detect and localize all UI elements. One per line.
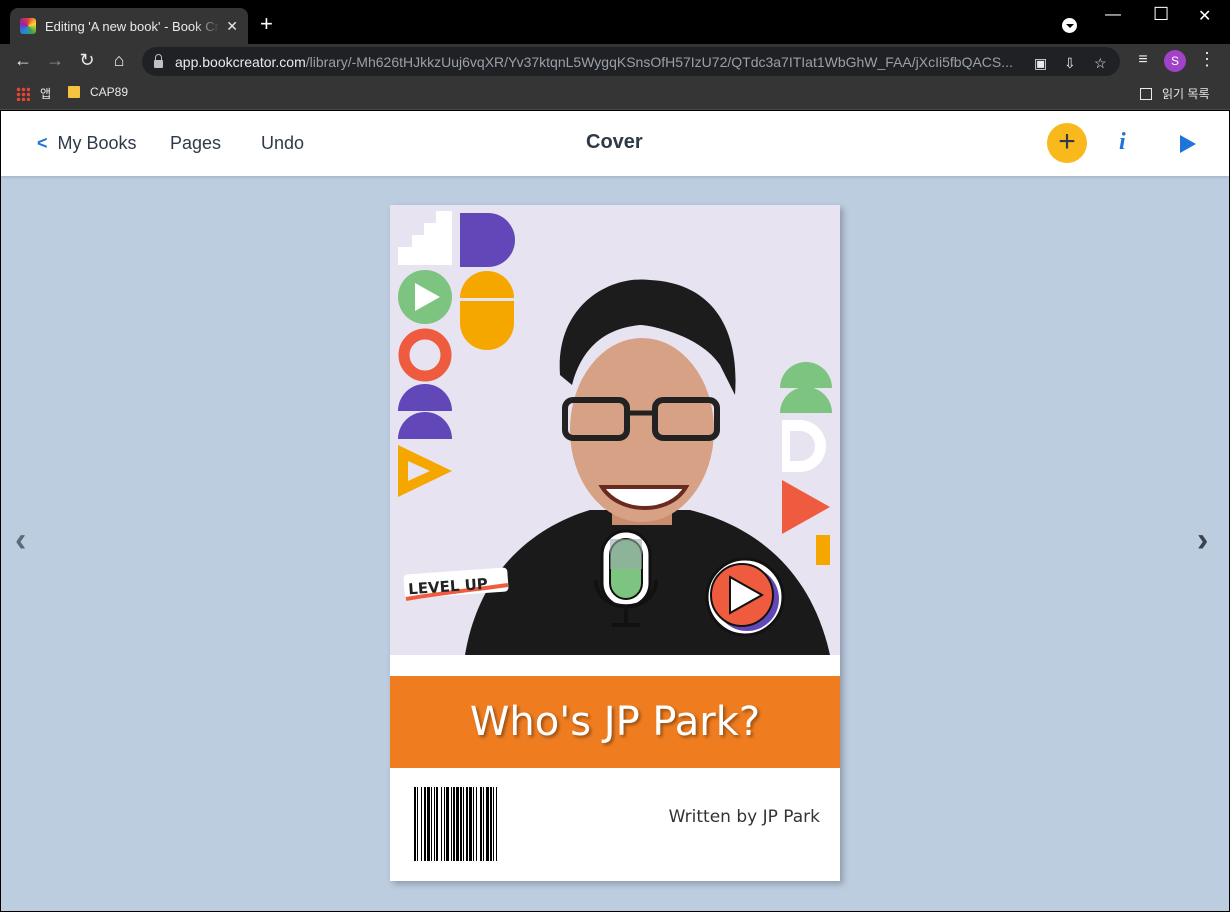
- pages-label: Pages: [170, 133, 222, 153]
- minimize-icon[interactable]: —: [1105, 6, 1121, 24]
- undo-button[interactable]: Undo: [261, 133, 304, 154]
- yellow-semicircle-shape: [460, 301, 514, 350]
- my-books-button[interactable]: < My Books: [37, 133, 137, 154]
- new-tab-icon[interactable]: +: [260, 13, 273, 35]
- undo-label: Undo: [261, 133, 305, 153]
- media-control-icon[interactable]: ≡: [1132, 51, 1154, 69]
- url-text: app.bookcreator.com/library/-Mh626tHJkkz…: [175, 53, 1013, 70]
- play-icon[interactable]: [1180, 135, 1196, 153]
- reading-list-icon: [1140, 87, 1152, 100]
- reading-list-label: 읽기 목록: [1162, 87, 1210, 101]
- browser-tab[interactable]: Editing 'A new book' - Book Creator ✕: [10, 8, 248, 44]
- my-books-label: My Books: [57, 133, 137, 153]
- reading-list[interactable]: 읽기 목록: [1140, 85, 1210, 102]
- green-semicircle-shape: [780, 362, 832, 388]
- editor-canvas: < My Books Pages Undo Cover + i ‹ › LEVE…: [1, 111, 1229, 911]
- bookmark-label: CAP89: [90, 85, 129, 99]
- url-field[interactable]: app.bookcreator.com/library/-Mh626tHJkkz…: [142, 47, 1120, 76]
- barcode-image[interactable]: [414, 787, 556, 861]
- yellow-semicircle-shape: [460, 271, 514, 298]
- apps-grid-icon: [16, 86, 30, 101]
- yellow-bar-shape: [816, 535, 830, 565]
- browser-tab-strip: Editing 'A new book' - Book Creator ✕ + …: [0, 0, 1230, 44]
- purple-semicircle-shape: [398, 412, 452, 439]
- cover-illustration: LEVEL UP: [398, 211, 832, 655]
- chevron-left-icon: <: [37, 133, 48, 153]
- profile-avatar[interactable]: S: [1164, 50, 1186, 72]
- install-app-icon[interactable]: ⇩: [1064, 55, 1076, 72]
- popup-blocked-icon[interactable]: ▣: [1034, 55, 1047, 72]
- book-creator-favicon-icon: [20, 18, 36, 34]
- add-button[interactable]: +: [1047, 123, 1087, 163]
- white-d-shape: [782, 420, 826, 472]
- red-ring-shape: [398, 328, 452, 382]
- back-icon[interactable]: ←: [12, 50, 34, 71]
- lock-icon: [154, 53, 163, 68]
- editor-toolbar: < My Books Pages Undo Cover + i: [1, 111, 1229, 176]
- barcode-stripe: [497, 787, 500, 861]
- menu-kebab-icon[interactable]: ⋮: [1196, 49, 1218, 70]
- stairs-shape: [398, 211, 452, 265]
- yellow-triangle-shape: [398, 445, 452, 497]
- folder-icon: [68, 86, 80, 98]
- green-semicircle-shape: [780, 387, 832, 413]
- bookmarks-bar: 앱 CAP89 읽기 목록: [0, 78, 1230, 110]
- next-page-icon[interactable]: ›: [1197, 521, 1208, 560]
- purple-half-round-shape: [460, 213, 515, 267]
- red-triangle-shape: [782, 480, 830, 534]
- maximize-icon[interactable]: ☐: [1153, 4, 1169, 25]
- reload-icon[interactable]: ↻: [76, 50, 98, 71]
- play-sticker-icon: [705, 557, 785, 637]
- author-text[interactable]: Written by JP Park: [669, 807, 820, 827]
- page-title: Cover: [586, 131, 643, 153]
- bookmark-label: 앱: [40, 87, 52, 101]
- bookmark-star-icon[interactable]: ☆: [1094, 55, 1107, 72]
- forward-icon[interactable]: →: [44, 50, 66, 71]
- close-window-icon[interactable]: ✕: [1198, 6, 1211, 26]
- bookmark-apps[interactable]: 앱: [16, 85, 51, 102]
- close-tab-icon[interactable]: ✕: [226, 18, 238, 35]
- book-title-box[interactable]: Who's JP Park?: [390, 676, 840, 768]
- pages-button[interactable]: Pages: [170, 133, 221, 154]
- cover-image[interactable]: LEVEL UP: [390, 205, 840, 655]
- previous-page-icon[interactable]: ‹: [15, 521, 26, 560]
- book-cover-page[interactable]: LEVEL UP Who's JP Park? Written by JP Pa…: [390, 205, 840, 881]
- home-icon[interactable]: ⌂: [108, 50, 130, 71]
- tab-search-icon[interactable]: [1062, 18, 1077, 33]
- bookmark-cap89[interactable]: CAP89: [68, 85, 128, 99]
- plus-icon: +: [1058, 125, 1076, 158]
- address-bar: ← → ↻ ⌂ app.bookcreator.com/library/-Mh6…: [0, 44, 1230, 78]
- purple-semicircle-shape: [398, 384, 452, 411]
- info-icon[interactable]: i: [1119, 129, 1126, 156]
- book-title[interactable]: Who's JP Park?: [470, 699, 760, 745]
- tab-title: Editing 'A new book' - Book Creator: [44, 18, 220, 34]
